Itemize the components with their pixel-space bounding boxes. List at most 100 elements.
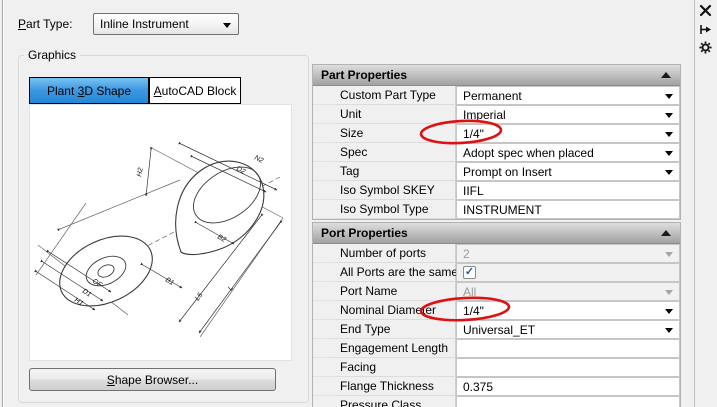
- gear-icon[interactable]: [699, 41, 712, 54]
- property-value-flange-thickness[interactable]: 0.375: [456, 377, 680, 396]
- value-text: Adopt spec when placed: [463, 146, 594, 160]
- property-value-iso-symbol-type[interactable]: INSTRUMENT: [456, 200, 680, 219]
- property-label: Iso Symbol Type: [335, 200, 456, 219]
- part-drawing-canvas: H2 N2 D2 B2 B1 L5 L OF D1 H1: [29, 104, 292, 361]
- property-value-spec[interactable]: Adopt spec when placed: [456, 143, 680, 162]
- property-row-flange-thickness: Flange Thickness 0.375: [313, 377, 680, 396]
- property-value-unit[interactable]: Imperial: [456, 105, 680, 124]
- property-value-tag[interactable]: Prompt on Insert: [456, 162, 680, 181]
- dim-label: N2: [253, 155, 264, 165]
- property-value-end-type[interactable]: Universal_ET: [456, 320, 680, 339]
- dim-label: H2: [136, 167, 145, 177]
- shape-browser-button[interactable]: Shape Browser...: [29, 368, 276, 391]
- property-row-facing: Facing: [313, 358, 680, 377]
- value-text: Prompt on Insert: [463, 165, 552, 179]
- value-text: Permanent: [463, 89, 522, 103]
- row-indent: [313, 86, 335, 105]
- property-label: Unit: [335, 105, 456, 124]
- value-text: INSTRUMENT: [463, 203, 542, 217]
- property-row-number-of-ports: Number of ports 2: [313, 244, 680, 263]
- chevron-down-icon: [665, 132, 673, 137]
- row-indent: [313, 320, 335, 339]
- part-type-select[interactable]: Inline Instrument: [93, 13, 239, 35]
- tab-plant-3d-shape[interactable]: Plant 3D Shape: [29, 77, 149, 104]
- property-label: Iso Symbol SKEY: [335, 181, 456, 200]
- property-label: Size: [335, 124, 456, 143]
- value-text: 2: [463, 247, 470, 261]
- part-type-label: Part Type:: [18, 17, 73, 31]
- graphics-group-label: Graphics: [24, 48, 80, 62]
- property-value-port-name: All: [456, 282, 680, 301]
- property-row-nominal-diameter: Nominal Diameter1/4": [313, 301, 680, 320]
- row-indent: [313, 162, 335, 181]
- row-indent: [313, 143, 335, 162]
- panel-left-border-highlight: [3, 0, 4, 407]
- collapse-arrow-icon[interactable]: [661, 72, 671, 78]
- property-value-custom-part-type[interactable]: Permanent: [456, 86, 680, 105]
- value-text: IIFL: [463, 184, 484, 198]
- property-label: Flange Thickness: [335, 377, 456, 396]
- property-label: Custom Part Type: [335, 86, 456, 105]
- property-row-all-ports-are-the-same: All Ports are the same ✓: [313, 263, 680, 282]
- property-row-pressure-class: Pressure Class: [313, 396, 680, 407]
- value-text: 1/4": [463, 127, 484, 141]
- part-properties-header[interactable]: Part Properties: [313, 65, 680, 86]
- property-value-engagement-length[interactable]: [456, 339, 680, 358]
- property-label: Number of ports: [335, 244, 456, 263]
- property-label: Nominal Diameter: [335, 301, 456, 320]
- port-properties-table: Port Properties Number of ports 2 All Port…: [312, 222, 681, 407]
- part-properties-table: Part Properties Custom Part Type Permanen…: [312, 64, 681, 220]
- chevron-down-icon: [665, 151, 673, 156]
- flange-shape: [48, 222, 163, 320]
- tab-autocad-block[interactable]: AutoCAD Block: [149, 77, 241, 104]
- value-text: Imperial: [463, 108, 506, 122]
- property-value-facing[interactable]: [456, 358, 680, 377]
- property-row-custom-part-type: Custom Part Type Permanent: [313, 86, 680, 105]
- property-value-nominal-diameter[interactable]: 1/4": [456, 301, 680, 320]
- chevron-down-icon: [665, 170, 673, 175]
- value-text: Universal_ET: [463, 323, 535, 337]
- collapse-arrow-icon[interactable]: [661, 230, 671, 236]
- row-indent: [313, 263, 335, 282]
- row-indent: [313, 339, 335, 358]
- chevron-down-icon: [223, 23, 231, 28]
- value-text: All: [463, 285, 476, 299]
- property-label: Port Name: [335, 282, 456, 301]
- row-indent: [313, 181, 335, 200]
- property-row-tag: Tag Prompt on Insert: [313, 162, 680, 181]
- property-label: End Type: [335, 320, 456, 339]
- row-indent: [313, 396, 335, 407]
- part-drawing: H2 N2 D2 B2 B1 L5 L OF D1 H1: [30, 105, 291, 360]
- checkbox-checked-icon[interactable]: ✓: [463, 266, 476, 279]
- chevron-down-icon: [665, 309, 673, 314]
- property-row-iso-symbol-type: Iso Symbol Type INSTRUMENT: [313, 200, 680, 219]
- property-row-size: Size 1/4": [313, 124, 680, 143]
- property-value-number-of-ports: 2: [456, 244, 680, 263]
- property-label: All Ports are the same: [335, 263, 456, 282]
- row-indent: [313, 200, 335, 219]
- property-label: Facing: [335, 358, 456, 377]
- chevron-down-icon: [665, 113, 673, 118]
- property-value-pressure-class[interactable]: [456, 396, 680, 407]
- dim-label: B1: [164, 277, 175, 287]
- property-value-size[interactable]: 1/4": [456, 124, 680, 143]
- auto-hide-icon[interactable]: [699, 23, 712, 36]
- property-row-iso-symbol-skey: Iso Symbol SKEY IIFL: [313, 181, 680, 200]
- chevron-down-icon: [665, 290, 673, 295]
- value-text: 0.375: [463, 380, 493, 394]
- property-value-iso-symbol-skey[interactable]: IIFL: [456, 181, 680, 200]
- chevron-down-icon: [665, 252, 673, 257]
- property-label: Tag: [335, 162, 456, 181]
- property-value-all-ports-are-the-same[interactable]: ✓: [456, 263, 680, 282]
- palette-window: Part Type: Inline Instrument Graphics Pl…: [0, 0, 717, 407]
- row-indent: [313, 282, 335, 301]
- row-indent: [313, 124, 335, 143]
- port-properties-header[interactable]: Port Properties: [313, 223, 680, 244]
- row-indent: [313, 301, 335, 320]
- property-row-end-type: End Type Universal_ET: [313, 320, 680, 339]
- property-label: Pressure Class: [335, 396, 456, 407]
- row-indent: [313, 244, 335, 263]
- close-icon[interactable]: [699, 4, 712, 17]
- property-row-engagement-length: Engagement Length: [313, 339, 680, 358]
- part-type-value: Inline Instrument: [100, 17, 189, 31]
